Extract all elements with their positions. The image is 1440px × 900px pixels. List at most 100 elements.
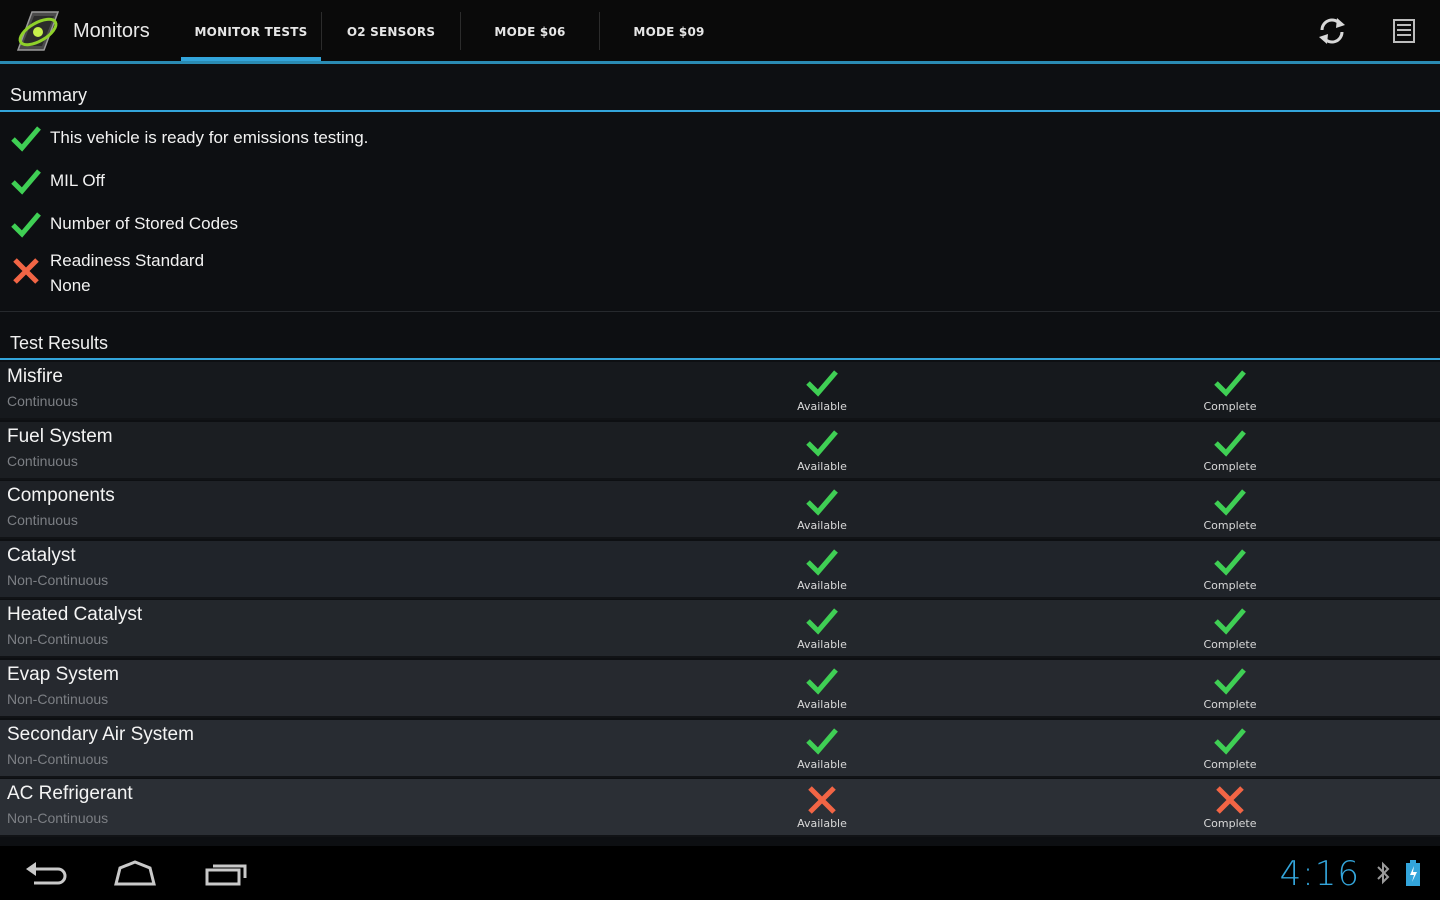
cross-icon (13, 258, 39, 284)
check-icon (806, 727, 838, 755)
monitor-type: Non-Continuous (7, 750, 109, 767)
available-status: Available (762, 368, 882, 418)
tab-mode-09[interactable]: MODE $09 (600, 0, 738, 62)
check-icon (1214, 727, 1246, 755)
table-row[interactable]: Catalyst Non-Continuous Available Complete (0, 540, 1440, 599)
monitor-type: Continuous (7, 452, 78, 469)
monitor-name: AC Refrigerant (7, 783, 133, 805)
check-icon (1214, 608, 1246, 636)
complete-status: Complete (1170, 547, 1290, 597)
summary-header-label: Summary (10, 85, 88, 105)
table-row[interactable]: Fuel System Continuous Available Complete (0, 421, 1440, 480)
check-icon (1214, 429, 1246, 457)
available-label: Available (797, 519, 847, 533)
available-label: Available (797, 638, 847, 652)
app-logo-icon (16, 11, 60, 51)
complete-status: Complete (1170, 368, 1290, 418)
table-row[interactable]: Heated Catalyst Non-Continuous Available Co… (0, 600, 1440, 659)
summary-text: Readiness Standard (50, 251, 205, 270)
available-label: Available (797, 698, 847, 711)
cross-icon (1216, 786, 1244, 814)
tab-monitor-tests[interactable]: MONITOR TESTS (181, 0, 321, 62)
available-label: Available (797, 817, 847, 831)
monitor-name: Fuel System (7, 425, 113, 447)
check-icon (806, 489, 838, 516)
check-icon (806, 549, 838, 576)
available-label: Available (797, 578, 847, 592)
tab-o2-sensors[interactable]: O2 SENSORS (322, 0, 460, 62)
overflow-menu-icon[interactable] (1387, 14, 1421, 48)
summary-text: This vehicle is ready for emissions test… (50, 128, 369, 147)
check-icon (806, 370, 838, 397)
monitor-type: Non-Continuous (7, 691, 109, 707)
complete-label: Complete (1203, 400, 1257, 413)
summary-item-mil: MIL Off (0, 165, 1440, 197)
table-row[interactable]: AC Refrigerant Non-Continuous Available Com… (0, 779, 1440, 838)
complete-status: Complete (1170, 487, 1290, 537)
complete-status: Complete (1170, 785, 1290, 835)
monitor-type: Non-Continuous (7, 631, 109, 648)
test-results-header: Test Results (0, 312, 1440, 360)
back-icon[interactable] (22, 856, 68, 890)
available-status: Available (762, 547, 882, 597)
check-icon (806, 668, 838, 695)
table-row[interactable]: Secondary Air System Non-Continuous Availa… (0, 719, 1440, 778)
monitor-name: Components (7, 485, 115, 507)
available-status: Available (762, 785, 882, 835)
check-icon (806, 608, 838, 636)
test-results-header-label: Test Results (10, 333, 109, 353)
monitor-type: Continuous (7, 512, 78, 529)
summary-item-ready: This vehicle is ready for emissions test… (0, 122, 1440, 154)
table-row[interactable]: Misfire Continuous Available Complete (0, 362, 1440, 420)
available-label: Available (797, 400, 847, 413)
check-icon (11, 169, 41, 195)
clock: 4:16 (1279, 854, 1360, 894)
check-icon (11, 212, 41, 238)
content-area[interactable]: Summary This vehicle is ready for emissi… (0, 64, 1440, 846)
monitor-name: Catalyst (7, 544, 76, 566)
monitor-name: Misfire (7, 366, 63, 387)
available-status: Available (762, 726, 882, 776)
complete-status: Complete (1170, 428, 1290, 478)
summary-subtext: None (50, 276, 91, 295)
available-label: Available (797, 459, 847, 473)
available-status: Available (762, 487, 882, 537)
battery-icon (1406, 860, 1420, 886)
available-status: Available (762, 606, 882, 656)
summary-item-readiness-standard: Readiness Standard None (0, 248, 1440, 302)
cross-icon (808, 786, 836, 814)
complete-label: Complete (1203, 638, 1257, 652)
monitor-name: Evap System (7, 664, 119, 685)
check-icon (1214, 370, 1246, 397)
home-icon[interactable] (112, 856, 158, 890)
complete-status: Complete (1170, 666, 1290, 716)
summary-text: MIL Off (50, 171, 105, 190)
complete-label: Complete (1203, 578, 1257, 592)
check-icon (11, 126, 41, 152)
system-navigation-bar: 4:16 (0, 846, 1440, 900)
available-label: Available (797, 757, 847, 771)
complete-label: Complete (1203, 459, 1257, 473)
complete-label: Complete (1203, 698, 1257, 711)
table-row[interactable]: Components Continuous Available Complete (0, 481, 1440, 540)
monitor-type: Non-Continuous (7, 571, 109, 588)
app-title[interactable]: Monitors (73, 20, 150, 43)
refresh-icon[interactable] (1315, 14, 1349, 48)
complete-status: Complete (1170, 726, 1290, 776)
complete-label: Complete (1203, 519, 1257, 533)
bluetooth-icon (1377, 861, 1390, 885)
complete-label: Complete (1203, 757, 1257, 771)
tab-mode-06[interactable]: MODE $06 (461, 0, 599, 62)
check-icon (1214, 549, 1246, 576)
table-row[interactable]: Evap System Non-Continuous Available Comple… (0, 660, 1440, 718)
available-status: Available (762, 428, 882, 478)
check-icon (1214, 668, 1246, 695)
complete-label: Complete (1203, 817, 1257, 831)
summary-text: Number of Stored Codes (50, 214, 239, 233)
action-bar: Monitors MONITOR TESTS O2 SENSORS MODE $… (0, 0, 1440, 64)
recent-apps-icon[interactable] (203, 856, 249, 890)
check-icon (806, 429, 838, 457)
check-icon (1214, 489, 1246, 516)
monitor-type: Continuous (7, 393, 78, 409)
monitor-type: Non-Continuous (7, 810, 109, 827)
